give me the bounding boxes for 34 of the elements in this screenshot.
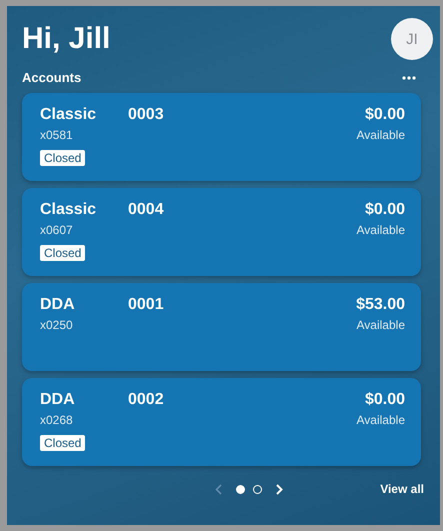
account-name: DDA	[40, 391, 76, 409]
account-balance: $0.00	[364, 391, 405, 409]
view-all-link[interactable]: View all	[380, 482, 424, 496]
balance-label: Available	[356, 128, 405, 142]
status-badge: Closed	[40, 245, 86, 261]
status-badge: Closed	[40, 150, 86, 166]
account-number: 0002	[128, 391, 165, 409]
balance-label: Available	[356, 318, 405, 332]
account-card[interactable]: Classic 0004 $0.00 x0607 Available Closed	[22, 188, 421, 276]
account-number: 0004	[128, 201, 165, 219]
account-number: 0001	[128, 296, 165, 314]
next-icon[interactable]	[276, 484, 283, 494]
status-badge: Closed	[40, 435, 86, 451]
account-name: Classic	[40, 106, 98, 124]
account-card[interactable]: DDA 0002 $0.00 x0268 Available Closed	[22, 378, 421, 466]
account-name: DDA	[40, 296, 76, 314]
account-card[interactable]: Classic 0003 $0.00 x0581 Available Closed	[22, 93, 421, 181]
section-title: Accounts	[22, 70, 82, 85]
account-balance: $53.00	[356, 296, 405, 314]
account-balance: $0.00	[364, 106, 405, 124]
masked-account-number: x0581	[40, 128, 73, 142]
balance-label: Available	[356, 223, 405, 237]
masked-account-number: x0268	[40, 413, 73, 427]
account-card[interactable]: DDA 0001 $53.00 x0250 Available	[22, 283, 421, 371]
greeting: Hi, Jill	[22, 22, 110, 56]
account-name: Classic	[40, 201, 98, 219]
more-icon[interactable]	[402, 76, 416, 80]
account-balance: $0.00	[364, 201, 405, 219]
account-number: 0003	[128, 106, 165, 124]
page-dot[interactable]	[236, 484, 245, 494]
masked-account-number: x0250	[40, 318, 73, 332]
masked-account-number: x0607	[40, 223, 73, 237]
page-dot[interactable]	[252, 484, 262, 494]
balance-label: Available	[356, 413, 405, 427]
